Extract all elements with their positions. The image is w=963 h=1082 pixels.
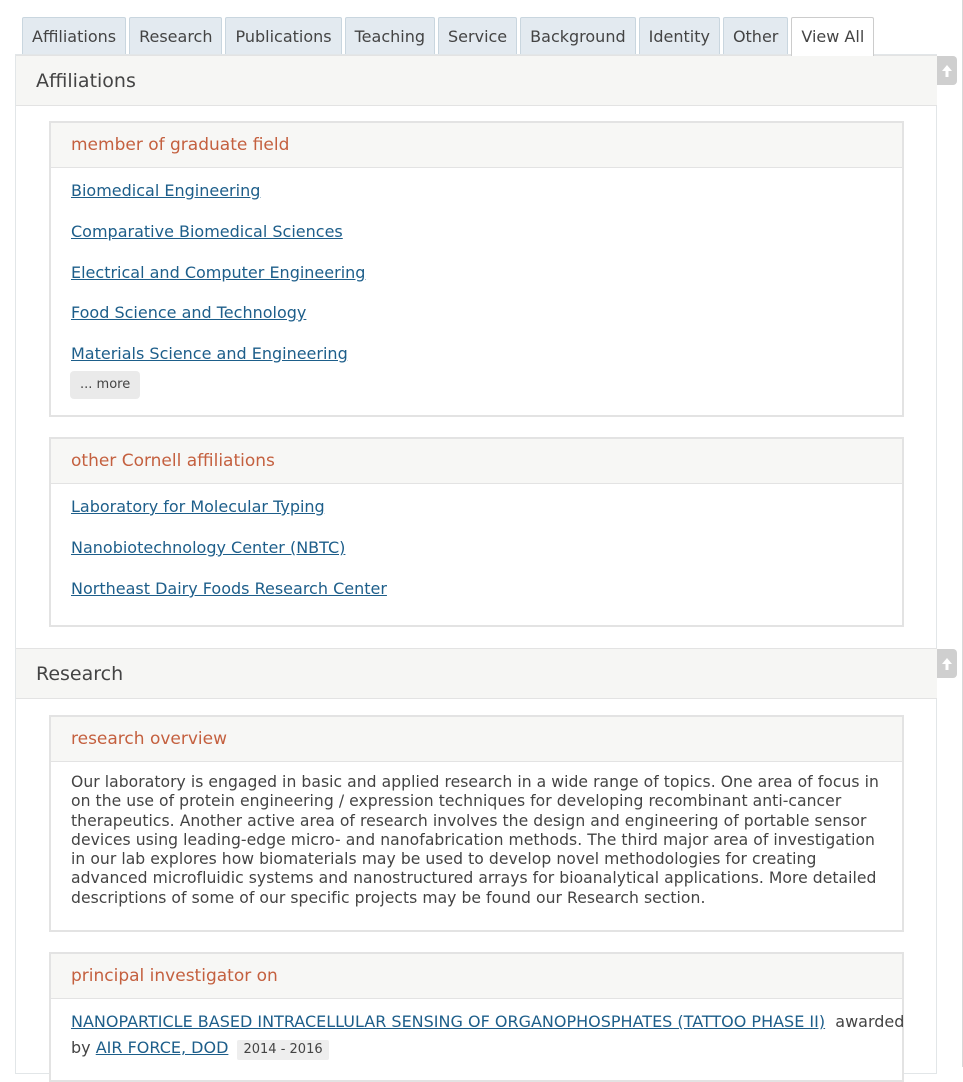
research-section-header: Research bbox=[16, 648, 937, 699]
grant-sponsor-line: by AIR FORCE, DOD 2014 - 2016 bbox=[71, 1038, 329, 1060]
other-affiliations-box: other Cornell affiliations Laboratory fo… bbox=[49, 437, 904, 627]
research-overview-text: Our laboratory is engaged in basic and a… bbox=[71, 773, 879, 907]
more-button[interactable]: ... more bbox=[70, 371, 141, 399]
tab-background[interactable]: Background bbox=[520, 17, 636, 55]
other-affiliations-title: other Cornell affiliations bbox=[71, 451, 275, 471]
tab-other[interactable]: Other bbox=[722, 17, 789, 55]
graduate-field-link[interactable]: Biomedical Engineering bbox=[71, 181, 260, 200]
other-affiliations-header: other Cornell affiliations bbox=[51, 439, 902, 484]
graduate-field-title: member of graduate field bbox=[71, 135, 290, 155]
graduate-field-link[interactable]: Electrical and Computer Engineering bbox=[71, 263, 365, 282]
awarded-text: awarded bbox=[835, 1012, 905, 1031]
principal-investigator-header: principal investigator on bbox=[51, 954, 902, 999]
affiliations-section-title: Affiliations bbox=[36, 70, 136, 92]
research-section-title: Research bbox=[36, 663, 124, 685]
date-range-badge: 2014 - 2016 bbox=[237, 1040, 329, 1060]
grant-line: NANOPARTICLE BASED INTRACELLULAR SENSING… bbox=[71, 1012, 904, 1031]
research-overview-box: research overview Our laboratory is enga… bbox=[49, 715, 904, 932]
graduate-field-header: member of graduate field bbox=[51, 123, 902, 168]
affiliations-section-header: Affiliations bbox=[16, 55, 937, 106]
tab-research[interactable]: Research bbox=[129, 17, 223, 55]
affiliation-link[interactable]: Nanobiotechnology Center (NBTC) bbox=[71, 538, 345, 557]
grant-title-link[interactable]: NANOPARTICLE BASED INTRACELLULAR SENSING… bbox=[71, 1012, 825, 1031]
graduate-field-box: member of graduate field Biomedical Engi… bbox=[49, 121, 904, 417]
graduate-field-link[interactable]: Materials Science and Engineering bbox=[71, 344, 348, 363]
research-overview-header: research overview bbox=[51, 717, 902, 762]
tab-view-all[interactable]: View All bbox=[791, 17, 875, 56]
scroll-to-top-icon[interactable] bbox=[937, 649, 957, 678]
affiliation-link[interactable]: Laboratory for Molecular Typing bbox=[71, 497, 325, 516]
scroll-to-top-icon[interactable] bbox=[937, 56, 957, 85]
tab-identity[interactable]: Identity bbox=[638, 17, 720, 55]
principal-investigator-box: principal investigator on NANOPARTICLE B… bbox=[49, 952, 904, 1082]
principal-investigator-title: principal investigator on bbox=[71, 966, 278, 986]
tab-bar: Affiliations Research Publications Teach… bbox=[22, 17, 877, 56]
graduate-field-link[interactable]: Comparative Biomedical Sciences bbox=[71, 222, 343, 241]
research-overview-title: research overview bbox=[71, 729, 228, 749]
tab-publications[interactable]: Publications bbox=[225, 17, 342, 55]
affiliation-link[interactable]: Northeast Dairy Foods Research Center bbox=[71, 579, 387, 598]
graduate-field-link[interactable]: Food Science and Technology bbox=[71, 303, 306, 322]
tab-service[interactable]: Service bbox=[438, 17, 518, 55]
by-text: by bbox=[71, 1038, 91, 1057]
tab-teaching[interactable]: Teaching bbox=[344, 17, 436, 55]
sponsor-link[interactable]: AIR FORCE, DOD bbox=[96, 1038, 229, 1057]
tab-affiliations[interactable]: Affiliations bbox=[22, 17, 127, 55]
